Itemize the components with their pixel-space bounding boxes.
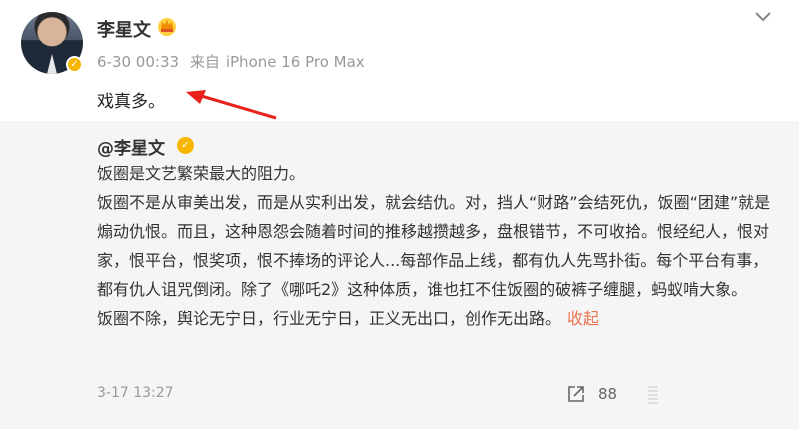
repost-paragraph: 饭圈不是从审美出发，而是从实利出发，就会结仇。对，挡人“财路”会结死仇，饭圈“团…: [97, 193, 771, 299]
share-count: 88: [598, 385, 618, 403]
fade-edge: [648, 385, 799, 407]
repost-author[interactable]: @李星文: [97, 134, 165, 159]
repost-paragraph: 饭圈是文艺繁荣最大的阻力。: [97, 164, 306, 183]
post-text: 戏真多。: [97, 92, 165, 112]
verified-icon: ✓: [177, 137, 194, 154]
post-meta: 6-30 00:33 来自 iPhone 16 Pro Max: [97, 51, 371, 72]
share-icon: [568, 386, 584, 402]
repost-last-line: 饭圈不除，舆论无宁日，行业无宁日，正义无出口，创作无出路。: [97, 309, 562, 328]
collapse-link[interactable]: 收起: [567, 309, 599, 328]
share-button[interactable]: 88: [566, 384, 617, 404]
verified-icon: ✓: [66, 56, 83, 73]
repost-card[interactable]: @李星文 ✓ 饭圈是文艺繁荣最大的阻力。 饭圈不是从审美出发，而是从实利出发，就…: [0, 121, 799, 429]
repost-body: 饭圈是文艺繁荣最大的阻力。 饭圈不是从审美出发，而是从实利出发，就会结仇。对，挡…: [97, 159, 777, 333]
repost-paragraph: 饭圈不除，舆论无宁日，行业无宁日，正义无出口，创作无出路。 收起: [97, 304, 777, 333]
post-author-name[interactable]: 李星文: [97, 16, 151, 42]
post-date[interactable]: 6-30 00:33: [97, 53, 179, 71]
post-header: ✓ 李星文 6-30 00:33 来自 iPhone 16 Pro Max 戏真多…: [0, 0, 799, 121]
repost-time[interactable]: 3-17 13:27: [97, 385, 174, 401]
post-device: iPhone 16 Pro Max: [225, 53, 365, 71]
chevron-down-icon[interactable]: [754, 10, 772, 24]
avatar-shirt: [47, 54, 57, 74]
crown-icon: [158, 18, 176, 36]
post-source-prefix: 来自: [189, 53, 220, 71]
red-arrow-annotation: [186, 90, 277, 120]
